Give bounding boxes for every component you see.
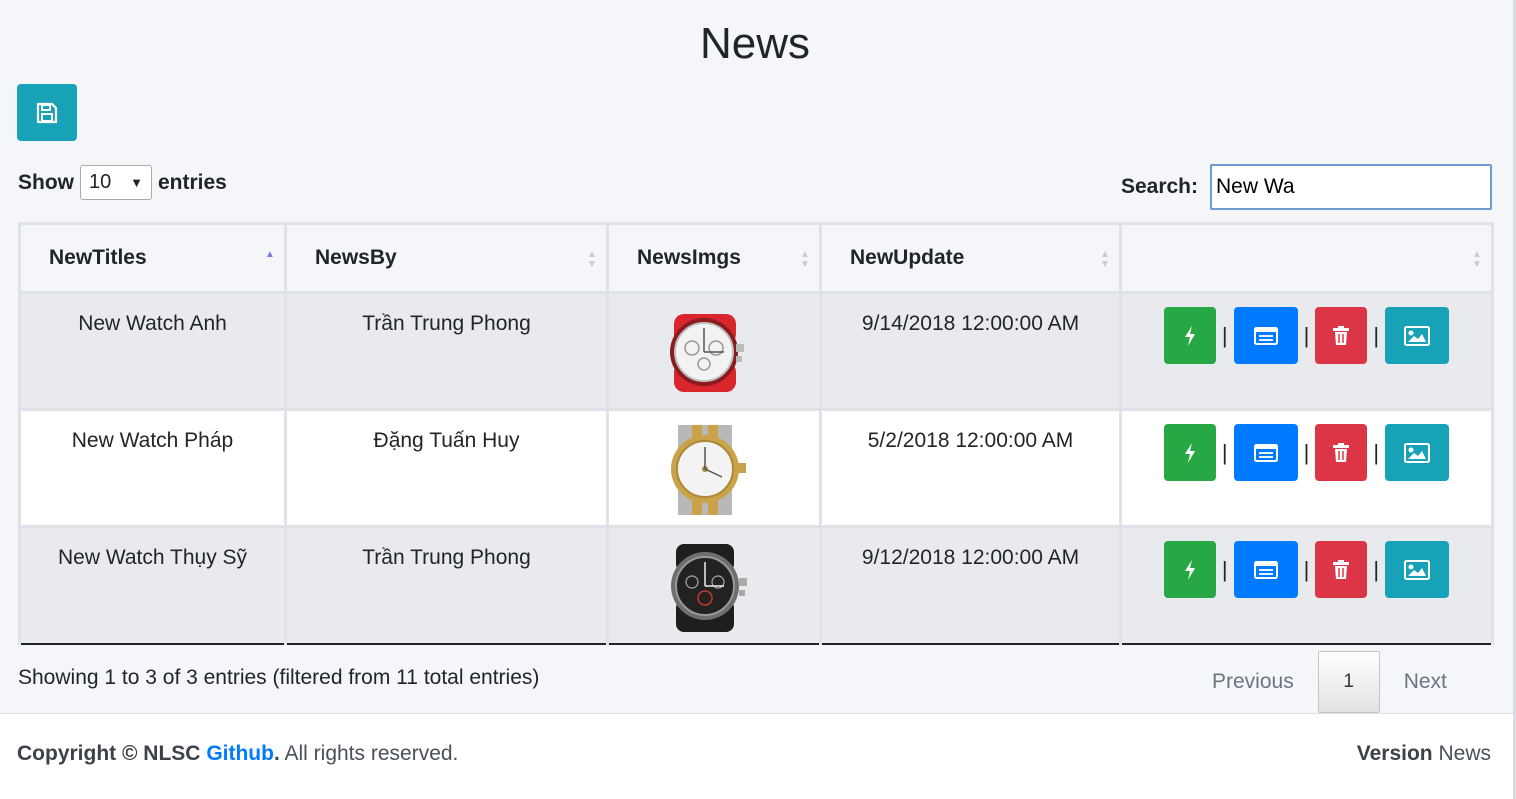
row-actions: | | | — [1123, 541, 1490, 598]
separator: | — [1373, 322, 1380, 348]
sort-both-icon: ▲ ▼ — [1100, 249, 1110, 270]
bolt-icon — [1184, 559, 1195, 580]
bolt-icon — [1184, 325, 1195, 346]
image-icon — [1404, 325, 1431, 346]
column-header-newupdate[interactable]: NewUpdate ▲ ▼ — [819, 222, 1122, 294]
delete-button[interactable] — [1315, 541, 1368, 598]
row-actions: | | | — [1123, 307, 1490, 364]
image-button[interactable] — [1385, 424, 1450, 481]
version-value: News — [1438, 742, 1491, 765]
cell-title: New Watch Thụy Sỹ — [18, 525, 287, 645]
separator: | — [1221, 556, 1228, 582]
cell-update: 9/14/2018 12:00:00 AM — [819, 291, 1122, 411]
show-label: Show — [18, 170, 74, 194]
news-table-wrapper: NewTitles ▲ NewsBy ▲ ▼ NewsImgs ▲ ▼ NewUpd… — [18, 222, 1494, 645]
separator: | — [1373, 556, 1380, 582]
cell-author: Trần Trung Phong — [284, 291, 609, 411]
cell-image — [606, 291, 822, 411]
separator: | — [1221, 322, 1228, 348]
search-label: Search: — [1120, 175, 1198, 198]
cell-title: New Watch Pháp — [18, 408, 287, 528]
dropdown-arrow-icon: ▼ — [130, 175, 143, 190]
save-icon — [36, 102, 58, 123]
footer: Copyright © NLSC Github. All rights rese… — [0, 713, 1513, 799]
entries-length-select[interactable]: 10 ▼ — [80, 165, 152, 200]
cell-author: Đặng Tuấn Huy — [284, 408, 609, 528]
pagination-next[interactable]: Next — [1380, 651, 1471, 713]
cell-actions: | | | — [1119, 408, 1494, 528]
watch-black-icon — [671, 544, 747, 632]
delete-button[interactable] — [1315, 307, 1368, 364]
cell-update: 5/2/2018 12:00:00 AM — [819, 408, 1122, 528]
details-button[interactable] — [1233, 424, 1298, 481]
list-icon — [1253, 326, 1278, 345]
table-header-row: NewTitles ▲ NewsBy ▲ ▼ NewsImgs ▲ ▼ NewUpd… — [18, 222, 1494, 294]
column-header-label: NewTitles — [49, 246, 147, 269]
details-button[interactable] — [1233, 541, 1298, 598]
details-button[interactable] — [1233, 307, 1298, 364]
image-icon — [1404, 442, 1431, 463]
separator: | — [1303, 322, 1310, 348]
entries-length-value: 10 — [89, 171, 112, 193]
pagination-previous[interactable]: Previous — [1188, 651, 1318, 713]
news-table: NewTitles ▲ NewsBy ▲ ▼ NewsImgs ▲ ▼ NewUpd… — [18, 222, 1494, 645]
page-title: News — [699, 19, 811, 68]
footer-copyright: Copyright © NLSC Github. All rights rese… — [17, 742, 458, 766]
cell-title: New Watch Anh — [18, 291, 287, 411]
bolt-button[interactable] — [1163, 541, 1216, 598]
copyright-text: Copyright © NLSC — [17, 742, 201, 765]
trash-icon — [1333, 442, 1350, 462]
entries-label: entries — [158, 170, 227, 194]
column-header-newsby[interactable]: NewsBy ▲ ▼ — [284, 222, 609, 294]
table-row: New Watch Thụy Sỹ Trần Trung Phong 9/12/… — [18, 525, 1494, 645]
cell-author: Trần Trung Phong — [284, 525, 609, 645]
separator: | — [1221, 439, 1228, 465]
bolt-button[interactable] — [1163, 307, 1216, 364]
row-actions: | | | — [1123, 424, 1490, 481]
watch-red-icon — [670, 314, 744, 392]
column-header-label: NewsBy — [315, 246, 397, 269]
bolt-icon — [1184, 442, 1195, 463]
entries-length-control: Show 10 ▼ entries — [18, 165, 227, 200]
table-info: Showing 1 to 3 of 3 entries (filtered fr… — [18, 666, 540, 689]
delete-button[interactable] — [1315, 424, 1368, 481]
sort-both-icon: ▲ ▼ — [1472, 249, 1482, 270]
pagination: Previous 1 Next — [1188, 651, 1471, 713]
github-link[interactable]: Github — [206, 742, 274, 765]
separator: | — [1373, 439, 1380, 465]
trash-icon — [1333, 325, 1350, 345]
search-input[interactable] — [1210, 164, 1492, 210]
separator: | — [1303, 556, 1310, 582]
footer-version: Version News — [1357, 742, 1491, 766]
cell-image — [606, 408, 822, 528]
column-header-label: NewsImgs — [637, 246, 741, 269]
table-row: New Watch Pháp Đặng Tuấn Huy 5/2/2018 12… — [18, 408, 1494, 528]
separator: | — [1303, 439, 1310, 465]
bolt-button[interactable] — [1163, 424, 1216, 481]
sort-both-icon: ▲ ▼ — [587, 249, 597, 270]
column-header-newsimgs[interactable]: NewsImgs ▲ ▼ — [606, 222, 822, 294]
image-button[interactable] — [1385, 307, 1450, 364]
watch-gold-icon — [671, 425, 746, 515]
cell-update: 9/12/2018 12:00:00 AM — [819, 525, 1122, 645]
sort-both-icon: ▲ ▼ — [800, 249, 810, 270]
cell-actions: | | | — [1119, 291, 1494, 411]
table-row: New Watch Anh Trần Trung Phong 9/14/2018… — [18, 291, 1494, 411]
rights-text: All rights reserved. — [279, 742, 459, 765]
search-control: Search: — [1121, 164, 1492, 210]
save-button[interactable] — [17, 84, 77, 141]
column-header-newtitles[interactable]: NewTitles ▲ — [18, 222, 287, 294]
version-label: Version — [1356, 742, 1433, 765]
list-icon — [1253, 443, 1278, 462]
column-header-actions[interactable]: ▲ ▼ — [1119, 222, 1494, 294]
image-button[interactable] — [1385, 541, 1450, 598]
list-icon — [1253, 560, 1278, 579]
column-header-label: NewUpdate — [850, 246, 965, 269]
cell-image — [606, 525, 822, 645]
pagination-page-1[interactable]: 1 — [1317, 651, 1380, 713]
trash-icon — [1333, 559, 1350, 579]
sort-asc-icon: ▲ — [265, 249, 275, 260]
image-icon — [1404, 559, 1431, 580]
cell-actions: | | | — [1119, 525, 1494, 645]
